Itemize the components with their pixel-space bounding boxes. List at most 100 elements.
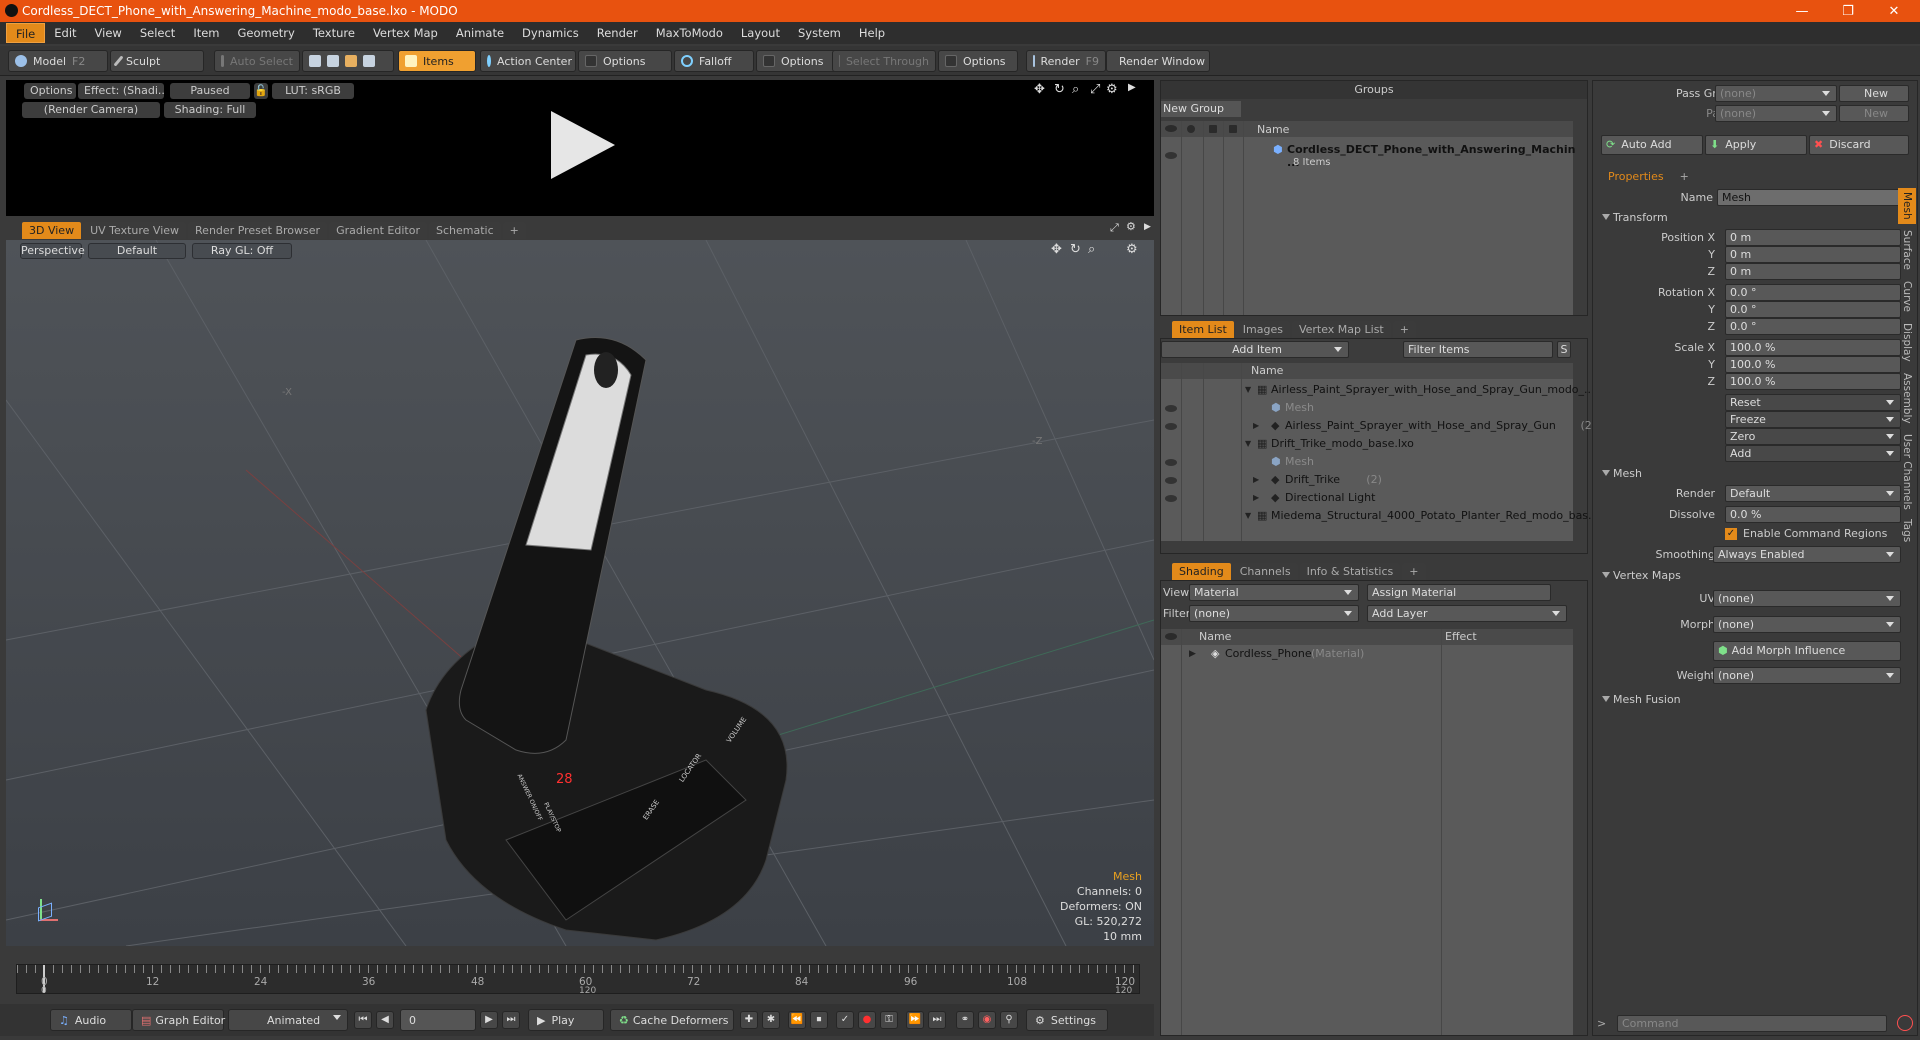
vtab-user-channels[interactable]: User Channels [1898, 432, 1916, 512]
preview-options-button[interactable]: Options [24, 83, 76, 99]
add-item-dropdown[interactable]: Add Item [1161, 341, 1349, 358]
falloff-options-button[interactable]: Options [756, 50, 836, 72]
new-pass-group-button[interactable]: New [1839, 85, 1909, 102]
menu-file[interactable]: File [6, 23, 46, 43]
visibility-icon[interactable] [1165, 477, 1177, 484]
view-dropdown[interactable]: Material [1189, 584, 1359, 601]
filter-items-input[interactable]: Filter Items [1403, 341, 1553, 358]
maximize-button[interactable]: ❐ [1826, 0, 1870, 22]
selection-mode-group[interactable] [302, 50, 394, 72]
position-z-input[interactable]: 0 m [1725, 263, 1901, 280]
visibility-icon[interactable] [1165, 459, 1177, 466]
menu-texture[interactable]: Texture [304, 23, 364, 43]
add-tab-button[interactable]: + [1402, 563, 1426, 580]
filter-dropdown[interactable]: (none) [1189, 605, 1359, 622]
discard-button[interactable]: ✖ Discard [1809, 135, 1909, 155]
menu-help[interactable]: Help [850, 23, 894, 43]
menu-animate[interactable]: Animate [447, 23, 513, 43]
list-item[interactable]: ▼ ▦ Miedema_Structural_4000_Potato_Planter… [1161, 507, 1599, 525]
scale-x-input[interactable]: 100.0 % [1725, 339, 1901, 356]
raygl-dropdown[interactable]: Ray GL: Off [192, 243, 292, 259]
position-x-input[interactable]: 0 m [1725, 229, 1901, 246]
name-input[interactable]: Mesh [1717, 189, 1907, 206]
vtab-surface[interactable]: Surface [1898, 228, 1916, 272]
groups-list[interactable]: Name ⬢ Cordless_DECT_Phone_with_Answerin… [1161, 121, 1575, 315]
tab-gradient-editor[interactable]: Gradient Editor [329, 222, 427, 239]
zero-dropdown[interactable]: Zero [1725, 428, 1901, 445]
list-item[interactable]: ▼ ▦ Airless_Paint_Sprayer_with_Hose_and_Sp… [1161, 381, 1595, 399]
polygons-icon[interactable] [345, 55, 357, 67]
auto-select-button[interactable]: Auto Select [214, 50, 300, 72]
tab-uv-texture-view[interactable]: UV Texture View [83, 222, 187, 239]
select-toggle-icon[interactable] [1229, 125, 1237, 133]
prev-frame-icon[interactable]: ⏩ [906, 1011, 924, 1029]
zoom-icon[interactable]: ⌕ [1088, 242, 1095, 257]
search-option-s[interactable]: S [1557, 341, 1571, 358]
add-tab-button[interactable]: + [502, 222, 526, 239]
timeline-ruler[interactable]: 0 12 24 36 48 60 72 84 96 108 120 0 120 … [16, 964, 1140, 996]
expand-arrow-icon[interactable]: ▶ [1144, 222, 1151, 232]
mesh-section[interactable]: Mesh [1597, 465, 1642, 482]
rotation-z-input[interactable]: 0.0 ° [1725, 318, 1901, 335]
render-toggle-icon[interactable] [1209, 125, 1217, 133]
record-icon[interactable]: ● [858, 1011, 876, 1029]
items-mode-button[interactable]: Items [398, 50, 476, 72]
go-to-start-button[interactable]: ⏮ [354, 1011, 372, 1029]
menu-layout[interactable]: Layout [732, 23, 789, 43]
move-icon[interactable]: ✥ [1034, 82, 1045, 97]
rotate-icon[interactable]: ↻ [1054, 82, 1065, 97]
list-item[interactable]: ▼ ▦ Drift_Trike_modo_base.lxo [1161, 435, 1573, 453]
lut-dropdown[interactable]: LUT: sRGB [272, 83, 354, 99]
expand-arrow-icon[interactable]: ▶ [1253, 417, 1259, 435]
next-key-button[interactable]: ▶ [480, 1011, 498, 1029]
freeze-dropdown[interactable]: Freeze [1725, 411, 1901, 428]
expand-arrow-icon[interactable]: ▶ [1189, 649, 1196, 659]
tab-3d-view[interactable]: 3D View [22, 222, 82, 239]
zoom-icon[interactable]: ⌕ [1072, 82, 1079, 97]
visibility-icon[interactable] [1165, 125, 1177, 132]
3d-viewport[interactable]: Perspective Default Ray GL: Off ✥ ↻ ⌕ ⚙ … [6, 240, 1154, 946]
enable-command-regions-checkbox[interactable]: ✓ [1725, 528, 1737, 540]
shading-dropdown[interactable]: Shading: Full [164, 102, 256, 118]
assign-material-button[interactable]: Assign Material [1367, 584, 1551, 601]
menu-select[interactable]: Select [131, 23, 184, 43]
list-item[interactable]: ▶ ◆ Airless_Paint_Sprayer_with_Hose_and_Sp… [1161, 417, 1596, 435]
audio-button[interactable]: ♫ Audio [50, 1009, 132, 1031]
materials-icon[interactable] [363, 55, 375, 67]
list-item[interactable]: ▶ ◆ Drift_Trike (2) [1161, 471, 1573, 489]
dissolve-input[interactable]: 0.0 % [1725, 506, 1901, 523]
close-button[interactable]: ✕ [1872, 0, 1916, 22]
tab-images[interactable]: Images [1235, 321, 1290, 338]
record-channel-icon[interactable]: ◉ [978, 1011, 996, 1029]
add-tab-button[interactable]: + [1392, 321, 1416, 338]
play-button[interactable]: ▶ Play [528, 1009, 604, 1031]
tab-info-statistics[interactable]: Info & Statistics [1299, 563, 1401, 580]
vtab-assembly[interactable]: Assembly [1898, 368, 1916, 428]
expand-arrow-icon[interactable]: ▶ [1128, 82, 1136, 93]
pan-icon[interactable]: ✥ [1051, 242, 1062, 257]
uv-dropdown[interactable]: (none) [1713, 590, 1901, 607]
next-frame-icon[interactable]: ⏭ [928, 1011, 946, 1029]
step-icon[interactable]: ⏹ [810, 1011, 828, 1029]
maximize-icon[interactable]: ⤢ [1110, 221, 1119, 235]
vtab-display[interactable]: Display [1898, 320, 1916, 364]
rotation-y-input[interactable]: 0.0 ° [1725, 301, 1901, 318]
command-input[interactable]: Command [1617, 1015, 1887, 1032]
menu-item[interactable]: Item [184, 23, 228, 43]
passes-dropdown[interactable]: (none) [1715, 105, 1837, 122]
lock-icon[interactable] [1187, 125, 1195, 133]
gear-icon[interactable]: ⚙ [1126, 220, 1136, 233]
add-layer-dropdown[interactable]: Add Layer [1367, 605, 1567, 622]
key-filter-icon[interactable]: ✱ [762, 1011, 780, 1029]
visibility-icon[interactable] [1165, 633, 1177, 640]
tab-vertex-map-list[interactable]: Vertex Map List [1291, 321, 1391, 338]
expand-arrow-icon[interactable]: ▶ [1253, 471, 1259, 489]
tab-schematic[interactable]: Schematic [429, 222, 501, 239]
auto-key-icon[interactable]: ✓ [836, 1011, 854, 1029]
model-mode-button[interactable]: Model F2 [8, 50, 108, 72]
transform-section[interactable]: Transform [1597, 209, 1668, 226]
tab-item-list[interactable]: Item List [1172, 321, 1234, 338]
gear-icon[interactable]: ⚙ [1106, 82, 1118, 97]
add-tab-button[interactable]: + [1672, 168, 1696, 185]
gear-icon[interactable]: ⚙ [1126, 242, 1138, 257]
